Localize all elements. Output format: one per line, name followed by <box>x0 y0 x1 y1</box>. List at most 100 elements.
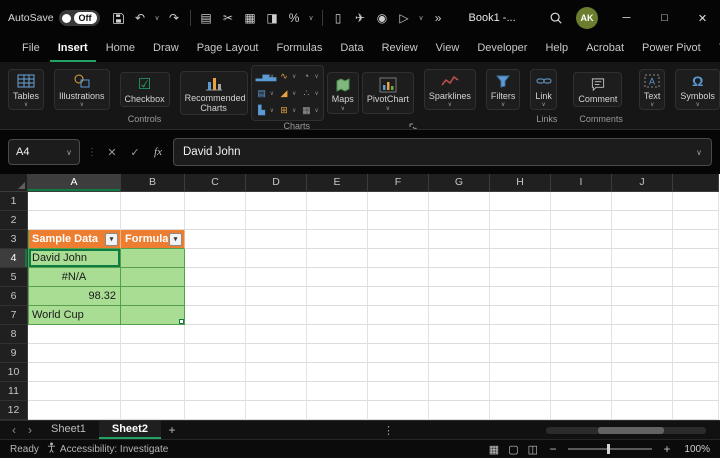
cell-E11[interactable] <box>307 382 368 401</box>
cell-F11[interactable] <box>368 382 429 401</box>
maps-button[interactable]: Maps ∨ <box>327 72 359 114</box>
row-header-3[interactable]: 3 <box>0 230 28 249</box>
autosave-toggle[interactable]: AutoSave Off <box>8 10 100 26</box>
cell-G9[interactable] <box>429 344 490 363</box>
cell-E6[interactable] <box>307 287 368 306</box>
cell-F1[interactable] <box>368 192 429 211</box>
cell-C9[interactable] <box>185 344 246 363</box>
comment-button[interactable]: Comment <box>573 72 622 107</box>
cell-E10[interactable] <box>307 363 368 382</box>
page-layout-view-icon[interactable]: ▢ <box>508 443 518 456</box>
waterfall-chart-button[interactable]: ▙∨ <box>256 102 274 118</box>
pie-chart-button[interactable]: ◔∨ <box>300 68 318 84</box>
cell-H9[interactable] <box>490 344 551 363</box>
cell-C4[interactable] <box>185 249 246 268</box>
cell-F5[interactable] <box>368 268 429 287</box>
cell-G6[interactable] <box>429 287 490 306</box>
table-resize-handle[interactable] <box>179 319 184 324</box>
cell-I1[interactable] <box>551 192 612 211</box>
camera-icon[interactable]: ◉ <box>373 6 392 30</box>
cut-icon[interactable]: ✂ <box>219 6 238 30</box>
sheet-tab-overflow-icon[interactable]: ⋮ <box>383 421 394 439</box>
cell-D2[interactable] <box>246 211 307 230</box>
column-header-D[interactable]: D <box>246 174 307 192</box>
recommended-charts-button[interactable]: Recommended Charts <box>180 71 248 116</box>
cell-J8[interactable] <box>612 325 673 344</box>
maximize-button[interactable]: □ <box>647 0 682 36</box>
cell-B12[interactable] <box>121 401 185 420</box>
cell-D9[interactable] <box>246 344 307 363</box>
cell-I8[interactable] <box>551 325 612 344</box>
zoom-slider-thumb[interactable] <box>607 444 610 454</box>
sheet-tab-sheet1[interactable]: Sheet1 <box>38 421 99 439</box>
minimize-button[interactable]: ─ <box>609 0 644 36</box>
cell-B3[interactable]: Formula▾ <box>121 230 185 249</box>
cell-I6[interactable] <box>551 287 612 306</box>
send-icon[interactable]: ✈ <box>351 6 370 30</box>
cell-B8[interactable] <box>121 325 185 344</box>
cell-G8[interactable] <box>429 325 490 344</box>
column-header-E[interactable]: E <box>307 174 368 192</box>
cell-A8[interactable] <box>28 325 121 344</box>
tab-insert[interactable]: Insert <box>50 36 96 62</box>
cell-A10[interactable] <box>28 363 121 382</box>
row-header-12[interactable]: 12 <box>0 401 28 420</box>
page-break-view-icon[interactable]: ◫ <box>528 443 538 456</box>
text-button[interactable]: A Text ∨ <box>639 69 666 111</box>
cell-J2[interactable] <box>612 211 673 230</box>
cell-E1[interactable] <box>307 192 368 211</box>
cell-G5[interactable] <box>429 268 490 287</box>
clipboard-icon[interactable]: ▤ <box>197 6 216 30</box>
cell-A2[interactable] <box>28 211 121 230</box>
cell-D6[interactable] <box>246 287 307 306</box>
tab-power-pivot[interactable]: Power Pivot <box>634 36 709 62</box>
cancel-button[interactable]: ✕ <box>104 146 120 159</box>
close-button[interactable]: ✕ <box>685 0 720 36</box>
tab-acrobat[interactable]: Acrobat <box>578 36 632 62</box>
percent-icon[interactable]: % <box>285 6 304 30</box>
row-header-9[interactable]: 9 <box>0 344 28 363</box>
cell-A5[interactable]: #N/A <box>28 268 121 287</box>
cell-B7[interactable] <box>121 306 185 325</box>
normal-view-icon[interactable]: ▦ <box>489 443 499 456</box>
combo-chart-button[interactable]: ▦∨ <box>300 102 318 118</box>
cell-B11[interactable] <box>121 382 185 401</box>
column-header-C[interactable]: C <box>185 174 246 192</box>
cell-J3[interactable] <box>612 230 673 249</box>
insert-function-button[interactable]: fx <box>150 146 166 158</box>
cell-E4[interactable] <box>307 249 368 268</box>
column-header-G[interactable]: G <box>429 174 490 192</box>
cell-E7[interactable] <box>307 306 368 325</box>
cell-F3[interactable] <box>368 230 429 249</box>
cell-D5[interactable] <box>246 268 307 287</box>
cell-B10[interactable] <box>121 363 185 382</box>
area-chart-button[interactable]: ◢∨ <box>278 85 296 101</box>
cell-I9[interactable] <box>551 344 612 363</box>
cell-C8[interactable] <box>185 325 246 344</box>
pivotchart-button[interactable]: PivotChart ∨ <box>362 72 414 114</box>
cell-E5[interactable] <box>307 268 368 287</box>
cell-J9[interactable] <box>612 344 673 363</box>
cell-A11[interactable] <box>28 382 121 401</box>
column-header-A[interactable]: A <box>28 174 121 192</box>
cell-F10[interactable] <box>368 363 429 382</box>
column-header-B[interactable]: B <box>121 174 185 192</box>
redo-icon[interactable]: ↷ <box>165 6 184 30</box>
horizontal-scrollbar-thumb[interactable] <box>598 427 664 434</box>
cell-H6[interactable] <box>490 287 551 306</box>
column-header-I[interactable]: I <box>551 174 612 192</box>
cell-I2[interactable] <box>551 211 612 230</box>
row-header-6[interactable]: 6 <box>0 287 28 306</box>
cell-B2[interactable] <box>121 211 185 230</box>
cell-D10[interactable] <box>246 363 307 382</box>
tab-view[interactable]: View <box>428 36 468 62</box>
row-header-7[interactable]: 7 <box>0 306 28 325</box>
avatar[interactable]: AK <box>576 7 598 29</box>
filter-button-B3[interactable]: ▾ <box>169 233 182 246</box>
cell-G11[interactable] <box>429 382 490 401</box>
cell-H1[interactable] <box>490 192 551 211</box>
tab-developer[interactable]: Developer <box>469 36 535 62</box>
column-chart-button[interactable]: ▂▅▃∨ <box>256 68 274 84</box>
cell-F4[interactable] <box>368 249 429 268</box>
cell-G12[interactable] <box>429 401 490 420</box>
